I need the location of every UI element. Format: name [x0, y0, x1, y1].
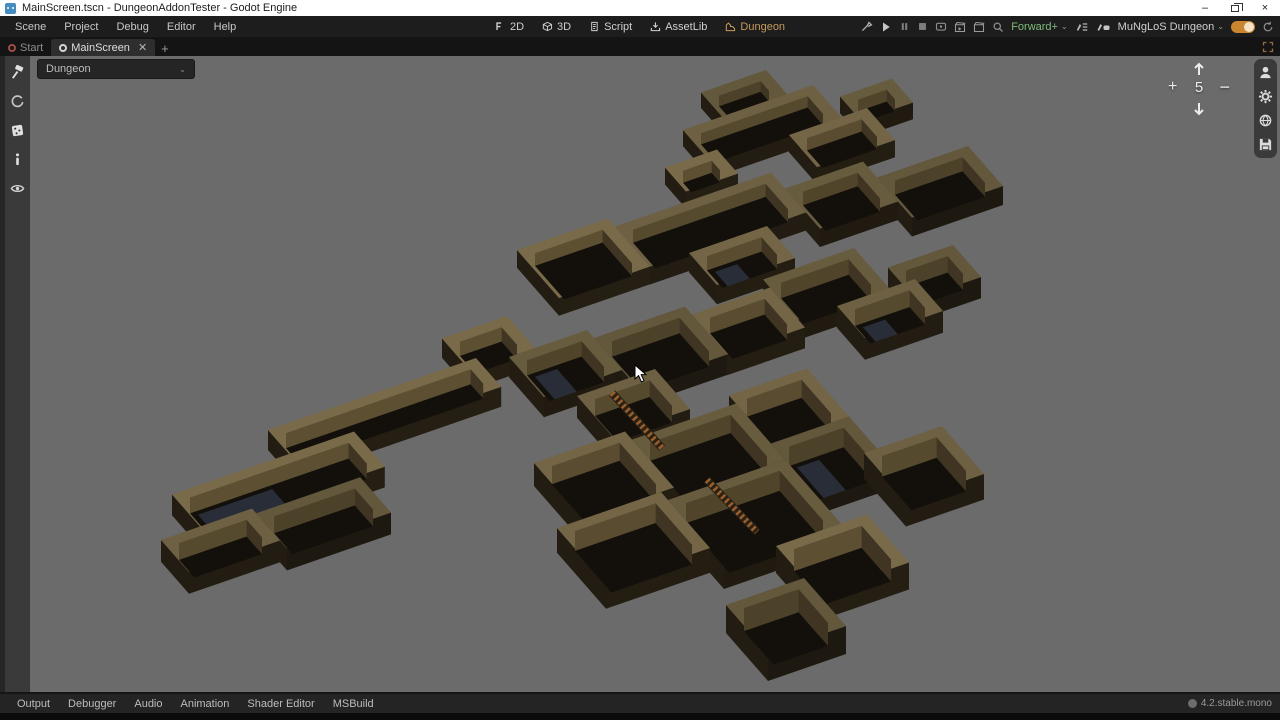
addon-profile-select[interactable]: MuNgLoS Dungeon ⌄: [1118, 21, 1224, 33]
movie-maker-icon[interactable]: [992, 21, 1004, 33]
run-toolbar: Forward+ ⌄ MuNgLoS Dungeon ⌄: [860, 20, 1274, 33]
visibility-button[interactable]: [8, 178, 28, 198]
minimize-button[interactable]: –: [1190, 0, 1220, 16]
menu-scene[interactable]: Scene: [8, 18, 53, 36]
chevron-down-icon: ⌄: [1060, 22, 1068, 31]
world-refresh-icon[interactable]: [1258, 113, 1273, 128]
menu-help[interactable]: Help: [207, 18, 244, 36]
reload-icon[interactable]: [1262, 21, 1274, 33]
scene-icon: [8, 43, 16, 52]
remote-debug-icon[interactable]: [935, 21, 947, 33]
bottom-panel-bar: Output Debugger Audio Animation Shader E…: [0, 692, 1280, 720]
dungeon-node-dropdown[interactable]: Dungeon ⌄: [37, 59, 195, 79]
menu-project[interactable]: Project: [57, 18, 105, 36]
window-title: MainScreen.tscn - DungeonAddonTester - G…: [22, 2, 298, 14]
mouse-cursor: [634, 364, 648, 383]
bottom-tab-msbuild[interactable]: MSBuild: [326, 696, 381, 712]
player-icon[interactable]: [1258, 65, 1273, 80]
stop-icon[interactable]: [917, 21, 928, 32]
dice-icon: [11, 124, 24, 136]
random-seed-button[interactable]: [8, 120, 28, 140]
circle-arc-icon: [11, 94, 24, 107]
hammer-icon: [12, 64, 24, 79]
tab-dungeon[interactable]: Dungeon: [719, 19, 791, 35]
expand-layout-icon[interactable]: [1262, 41, 1274, 53]
3d-viewport[interactable]: Dungeon ⌄ + 5 −: [0, 56, 1280, 692]
bottom-tab-output[interactable]: Output: [10, 696, 57, 712]
restore-button[interactable]: [1220, 0, 1250, 16]
tab-script[interactable]: Script: [583, 19, 638, 35]
floor-plus-button[interactable]: +: [1168, 78, 1177, 96]
workspace-switcher: 2D 3D Script AssetLib Dungeon: [489, 19, 791, 35]
2d-icon: [496, 22, 502, 30]
customize-run-icon[interactable]: [860, 20, 873, 33]
play-icon[interactable]: [880, 21, 892, 33]
info-icon: [16, 152, 19, 165]
close-tab-icon[interactable]: ✕: [138, 41, 147, 54]
window-titlebar: MainScreen.tscn - DungeonAddonTester - G…: [0, 0, 1280, 16]
restore-icon: [1231, 2, 1243, 12]
chevron-down-icon: ⌄: [1217, 22, 1224, 31]
tab-2d[interactable]: 2D: [489, 19, 530, 35]
bottom-tab-audio[interactable]: Audio: [127, 696, 169, 712]
eye-icon: [10, 184, 25, 192]
scene-tab-start[interactable]: Start: [0, 39, 51, 56]
assetlib-icon: [651, 22, 661, 32]
floor-selector: + 5 −: [1168, 62, 1230, 116]
godot-version-icon: [1187, 699, 1197, 708]
pause-icon[interactable]: [899, 21, 910, 32]
bottom-tab-shader-editor[interactable]: Shader Editor: [240, 696, 321, 712]
script-icon: [591, 21, 598, 32]
bottom-tab-debugger[interactable]: Debugger: [61, 696, 123, 712]
build-hammer-button[interactable]: [8, 62, 28, 82]
scene-icon: [59, 43, 68, 52]
save-icon[interactable]: [1258, 137, 1273, 152]
3d-icon: [542, 21, 553, 32]
floor-minus-button[interactable]: −: [1219, 77, 1230, 98]
menu-editor[interactable]: Editor: [160, 18, 203, 36]
addon-list-icon[interactable]: [1075, 21, 1089, 33]
dungeon-tool-strip: [0, 56, 30, 692]
addon-camera-icon[interactable]: [1096, 21, 1111, 33]
run-scene-icon[interactable]: [954, 21, 966, 33]
gear-icon[interactable]: [1258, 89, 1273, 104]
run-specific-scene-icon[interactable]: [973, 21, 985, 33]
bottom-tab-animation[interactable]: Animation: [174, 696, 237, 712]
chevron-down-icon: ⌄: [179, 64, 186, 74]
tab-3d[interactable]: 3D: [536, 19, 577, 35]
info-button[interactable]: [8, 149, 28, 169]
scene-tab-bar: Start MainScreen ✕ +: [0, 38, 1280, 56]
regenerate-button[interactable]: [8, 91, 28, 111]
tab-assetlib[interactable]: AssetLib: [644, 19, 713, 35]
dungeon-icon: [726, 22, 736, 32]
add-scene-tab-button[interactable]: +: [155, 41, 175, 56]
floor-down-icon[interactable]: [1193, 102, 1205, 116]
godot-app-icon: [5, 2, 16, 14]
floor-value: 5: [1194, 79, 1204, 96]
scene-tab-mainscreen[interactable]: MainScreen ✕: [51, 39, 156, 56]
engine-version: 4.2.stable.mono: [1187, 698, 1272, 709]
dungeon-side-panel: [1254, 59, 1277, 158]
renderer-select[interactable]: Forward+ ⌄: [1011, 21, 1067, 33]
menubar: Scene Project Debug Editor Help 2D 3D Sc…: [0, 16, 1280, 38]
close-button[interactable]: ×: [1250, 0, 1280, 16]
addon-toggle[interactable]: [1231, 20, 1255, 33]
floor-up-icon[interactable]: [1193, 62, 1205, 76]
menu-debug[interactable]: Debug: [109, 18, 155, 36]
